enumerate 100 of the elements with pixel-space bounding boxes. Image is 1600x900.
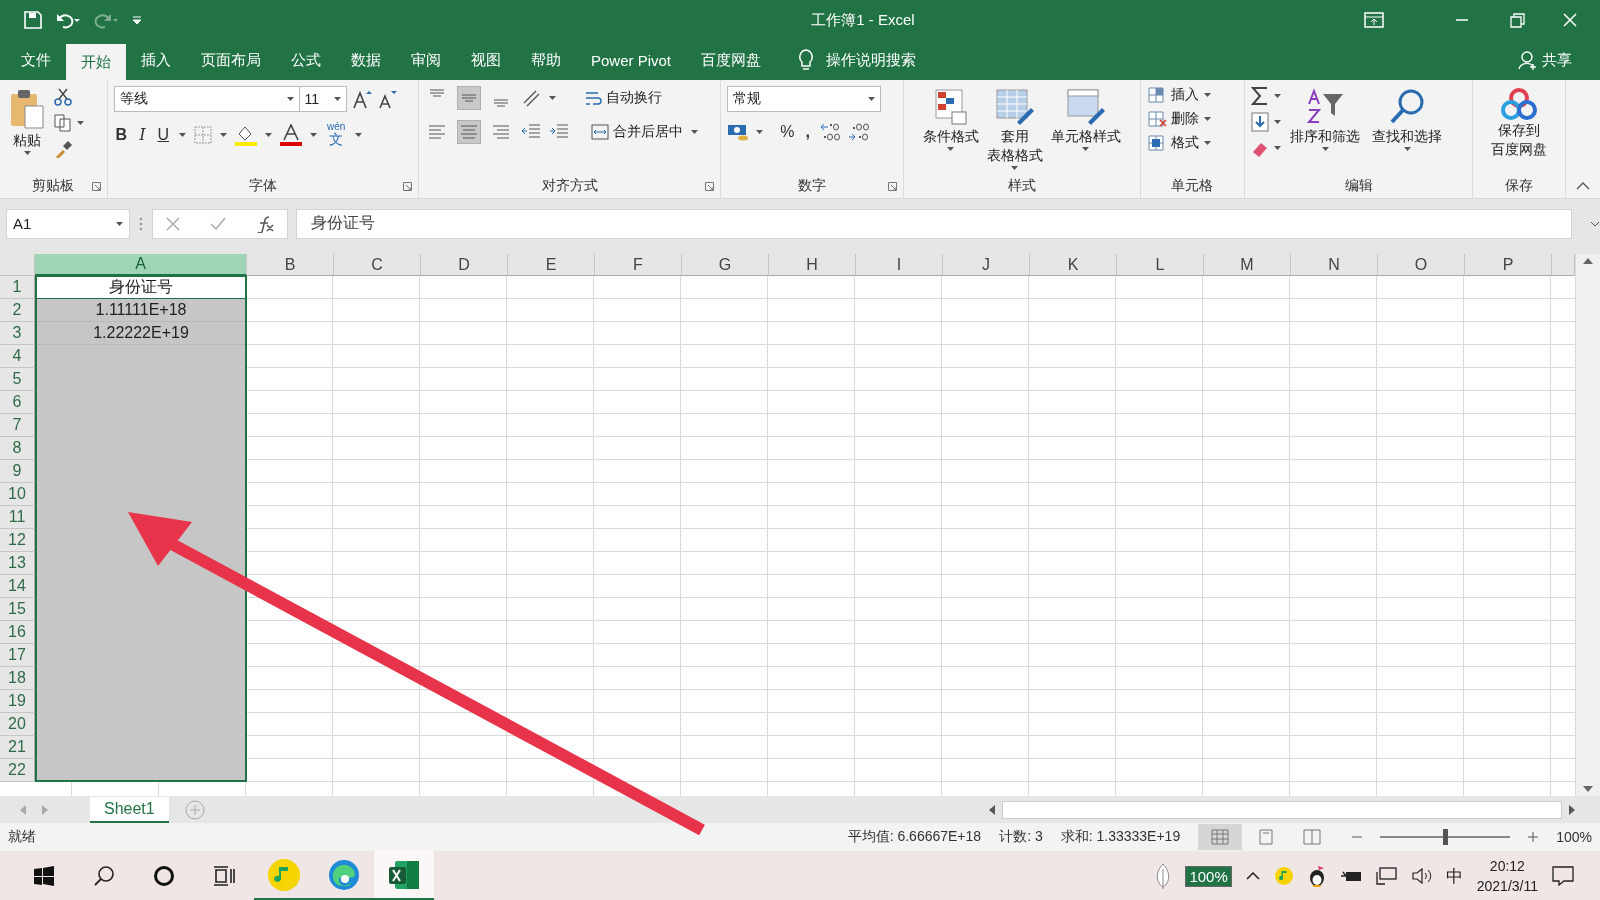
spreadsheet-icon[interactable]	[387, 858, 421, 891]
italic-button[interactable]: I	[137, 125, 148, 144]
caret-icon[interactable]	[868, 97, 876, 101]
find-select-button[interactable]: 查找和选择	[1369, 86, 1446, 174]
column-header[interactable]: F	[595, 254, 682, 276]
fill-down-icon[interactable]	[1251, 112, 1270, 132]
row-header[interactable]: 20	[0, 713, 35, 736]
caret-icon[interactable]	[1274, 120, 1282, 124]
customize-icon[interactable]	[132, 15, 142, 25]
chevron-up-icon[interactable]	[1245, 872, 1260, 880]
row-header[interactable]: 17	[0, 644, 35, 667]
column-header[interactable]: O	[1378, 254, 1465, 276]
caret-icon[interactable]	[77, 121, 84, 125]
font-size-field[interactable]: 11	[298, 86, 347, 112]
clock[interactable]: 20:12 2021/3/11	[1476, 856, 1538, 896]
caret-icon[interactable]	[286, 97, 294, 101]
normal-view-button[interactable]	[1198, 824, 1243, 850]
row-header[interactable]: 5	[0, 368, 35, 391]
power-icon[interactable]	[1339, 869, 1362, 883]
ribbon-tab[interactable]: 公式	[276, 40, 336, 80]
row-header[interactable]: 19	[0, 690, 35, 713]
align-center-icon[interactable]	[457, 120, 482, 144]
row-header[interactable]: 8	[0, 437, 35, 460]
save-icon[interactable]	[24, 11, 42, 29]
name-box[interactable]: A1	[6, 208, 130, 239]
row-header[interactable]: 3	[0, 322, 35, 345]
browser-icon[interactable]	[327, 857, 361, 892]
ribbon-display-icon[interactable]	[1364, 12, 1384, 28]
caret-icon[interactable]	[947, 147, 955, 151]
ribbon-tab[interactable]: 审阅	[396, 40, 456, 80]
orientation-icon[interactable]	[521, 88, 542, 108]
table-cell[interactable]: 1.22222E+19	[37, 322, 245, 345]
dialog-launcher-icon[interactable]	[91, 182, 101, 191]
caret-icon[interactable]	[179, 132, 187, 137]
row-header[interactable]: 15	[0, 598, 35, 621]
column-header[interactable]: J	[943, 254, 1030, 276]
sort-filter-button[interactable]: 排序和筛选	[1287, 86, 1364, 174]
caret-icon[interactable]	[355, 132, 363, 137]
paste-button[interactable]: 粘贴	[6, 86, 48, 174]
cut-icon[interactable]	[54, 88, 72, 106]
comma-button[interactable]: ,	[803, 123, 812, 141]
caret-icon[interactable]	[549, 96, 557, 100]
formula-field[interactable]: 身份证号	[296, 208, 1572, 239]
grow-font-icon[interactable]	[351, 89, 372, 109]
ribbon-tab[interactable]: 百度网盘	[686, 40, 777, 80]
caret-icon[interactable]	[1203, 117, 1211, 121]
table-cell[interactable]: 身份证号	[35, 276, 247, 299]
scroll-down-icon[interactable]	[1583, 786, 1593, 792]
caret-icon[interactable]	[1274, 146, 1282, 150]
shrink-font-icon[interactable]	[376, 89, 397, 109]
caret-icon[interactable]	[265, 132, 273, 137]
bold-button[interactable]: B	[113, 125, 130, 144]
zoom-in-icon[interactable]	[1528, 832, 1539, 842]
style-button[interactable]: 单元格样式	[1047, 86, 1124, 174]
row-header[interactable]: 18	[0, 667, 35, 690]
dialog-launcher-icon[interactable]	[887, 182, 897, 191]
ribbon-tab[interactable]: 帮助	[516, 40, 576, 80]
function-icon[interactable]	[255, 214, 275, 233]
row-header[interactable]: 22	[0, 759, 35, 782]
undo-icon[interactable]	[56, 11, 80, 29]
decrease-decimal-icon[interactable]	[847, 122, 870, 142]
ribbon-tab[interactable]: 页面布局	[186, 40, 276, 80]
row-header[interactable]: 10	[0, 483, 35, 506]
cells-button[interactable]: 格式	[1146, 134, 1199, 152]
row-header[interactable]: 6	[0, 391, 35, 414]
taskbar-app[interactable]	[374, 851, 434, 900]
format-painter-icon[interactable]	[54, 140, 72, 158]
volume-icon[interactable]	[1411, 867, 1432, 885]
column-header[interactable]: C	[334, 254, 421, 276]
zoom-level[interactable]: 100%	[1556, 829, 1592, 845]
column-header[interactable]: H	[769, 254, 856, 276]
ribbon-tab[interactable]: 数据	[336, 40, 396, 80]
column-header[interactable]: E	[508, 254, 595, 276]
row-header[interactable]: 16	[0, 621, 35, 644]
column-header[interactable]: G	[682, 254, 769, 276]
column-header[interactable]: D	[421, 254, 508, 276]
middle-align-icon[interactable]	[457, 86, 482, 110]
caret-icon[interactable]	[116, 221, 123, 226]
battery-indicator[interactable]: 100%	[1185, 865, 1232, 887]
ribbon-tab[interactable]: 开始	[66, 44, 126, 80]
column-header[interactable]: M	[1204, 254, 1291, 276]
accounting-icon[interactable]	[727, 123, 750, 141]
music-note-icon[interactable]	[267, 857, 301, 892]
caret-icon[interactable]	[1203, 141, 1211, 145]
input-method-indicator[interactable]: 中	[1445, 864, 1463, 888]
horizontal-scrollbar[interactable]	[1002, 800, 1562, 819]
column-header[interactable]: P	[1465, 254, 1552, 276]
phonetic-button[interactable]: wén 文	[325, 122, 348, 147]
column-header[interactable]: I	[856, 254, 943, 276]
style-button[interactable]: 套用 表格格式	[983, 86, 1046, 174]
row-header[interactable]: 13	[0, 552, 35, 575]
scroll-up-icon[interactable]	[1583, 258, 1593, 264]
expand-icon[interactable]	[1590, 220, 1600, 227]
column-header[interactable]: N	[1291, 254, 1378, 276]
percent-button[interactable]: %	[778, 123, 797, 141]
collapse-ribbon-icon[interactable]	[1576, 182, 1590, 190]
sheet-tab[interactable]: Sheet1	[90, 796, 169, 823]
font-color-icon[interactable]	[280, 123, 303, 146]
dialog-launcher-icon[interactable]	[403, 182, 413, 191]
column-header[interactable]: K	[1030, 254, 1117, 276]
